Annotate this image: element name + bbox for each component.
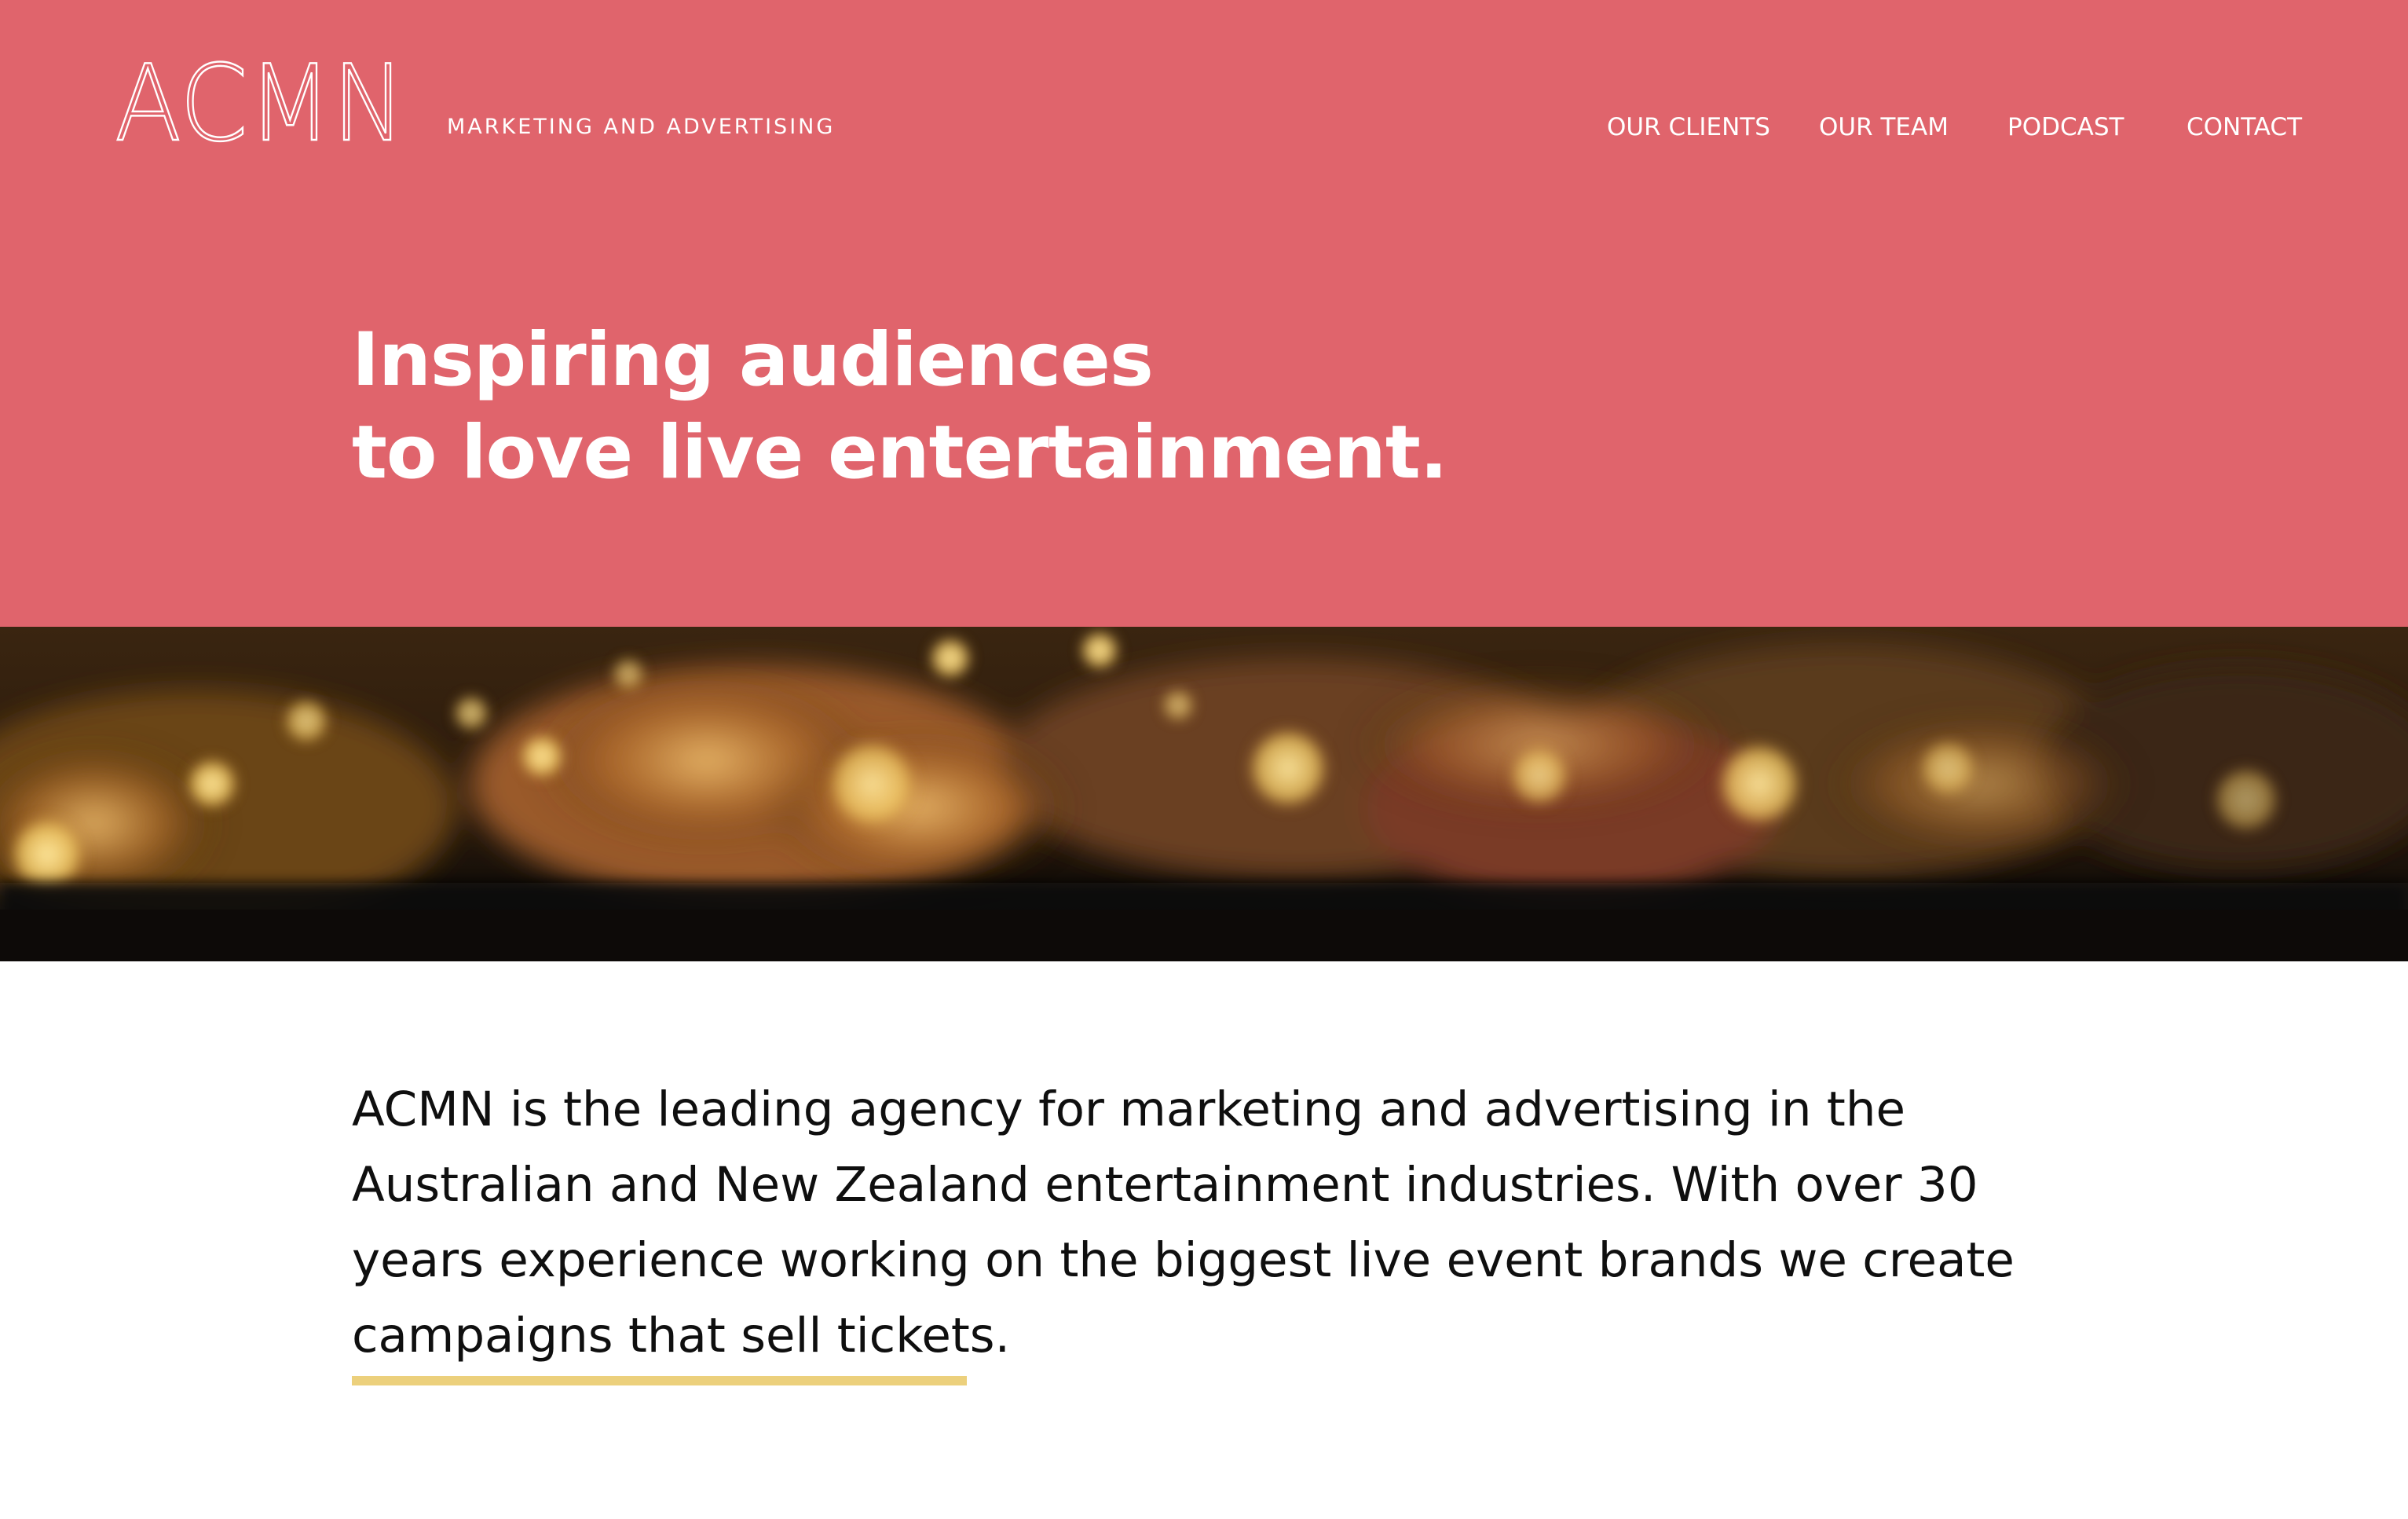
intro-line-3: years experience working on the biggest … <box>352 1232 2015 1288</box>
hero-headline: Inspiring audiences to love live enterta… <box>352 314 1447 500</box>
logo-mark: ACMN <box>115 46 406 156</box>
logo[interactable]: ACMN <box>115 46 413 156</box>
hero-headline-line-2: to love live entertainment. <box>352 410 1447 496</box>
hero-headline-line-1: Inspiring audiences <box>352 317 1154 403</box>
intro-line-2: Australian and New Zealand entertainment… <box>352 1157 1978 1213</box>
hero-header: ACMN MARKETING AND ADVERTISING OUR CLIEN… <box>0 0 2408 627</box>
concert-photo <box>0 627 2408 961</box>
logo-tagline: MARKETING AND ADVERTISING <box>447 115 836 139</box>
intro-line-4: campaigns that sell tickets. <box>352 1308 1010 1363</box>
page: ACMN MARKETING AND ADVERTISING OUR CLIEN… <box>0 0 2408 1519</box>
hero-video-strip[interactable] <box>0 627 2408 961</box>
logo-text: ACMN <box>115 46 405 156</box>
intro-paragraph: ACMN is the leading agency for marketing… <box>352 1072 2111 1374</box>
intro-line-1: ACMN is the leading agency for marketing… <box>352 1082 1906 1137</box>
nav-contact[interactable]: CONTACT <box>2187 113 2302 145</box>
nav-our-clients[interactable]: OUR CLIENTS <box>1607 113 1770 145</box>
nav-our-team[interactable]: OUR TEAM <box>1819 113 1949 145</box>
nav-podcast[interactable]: PODCAST <box>2007 113 2124 145</box>
accent-underline <box>352 1376 967 1385</box>
